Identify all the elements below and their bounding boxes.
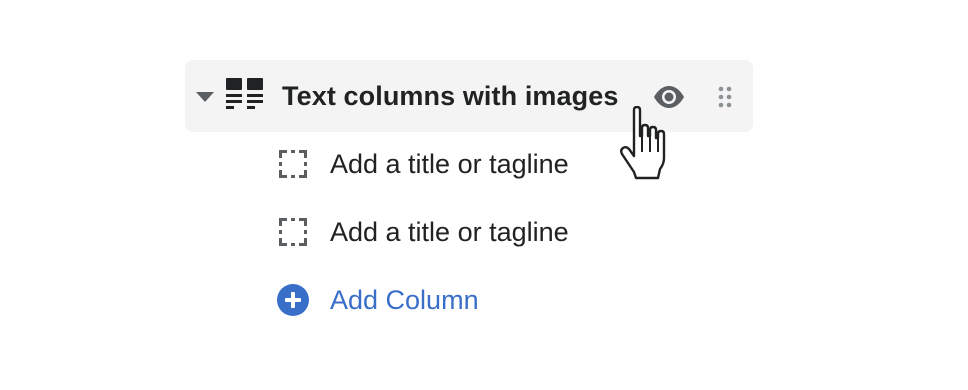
block-label: Add a title or tagline [330, 149, 569, 179]
frame-icon [279, 218, 307, 246]
block-item[interactable]: Add a title or tagline [276, 211, 706, 253]
drag-handle-icon[interactable] [718, 85, 732, 109]
caret-down-icon[interactable] [195, 90, 215, 104]
hand-pointer-icon [620, 106, 666, 180]
plus-circle-icon [277, 284, 309, 316]
add-column-label: Add Column [330, 285, 479, 315]
section-editor: Text columns with images Add a title or … [0, 0, 968, 390]
block-label: Add a title or tagline [330, 217, 569, 247]
text-columns-icon [226, 78, 263, 109]
frame-icon [279, 150, 307, 178]
add-column-button[interactable]: Add Column [276, 279, 576, 321]
section-title[interactable]: Text columns with images [282, 77, 618, 115]
